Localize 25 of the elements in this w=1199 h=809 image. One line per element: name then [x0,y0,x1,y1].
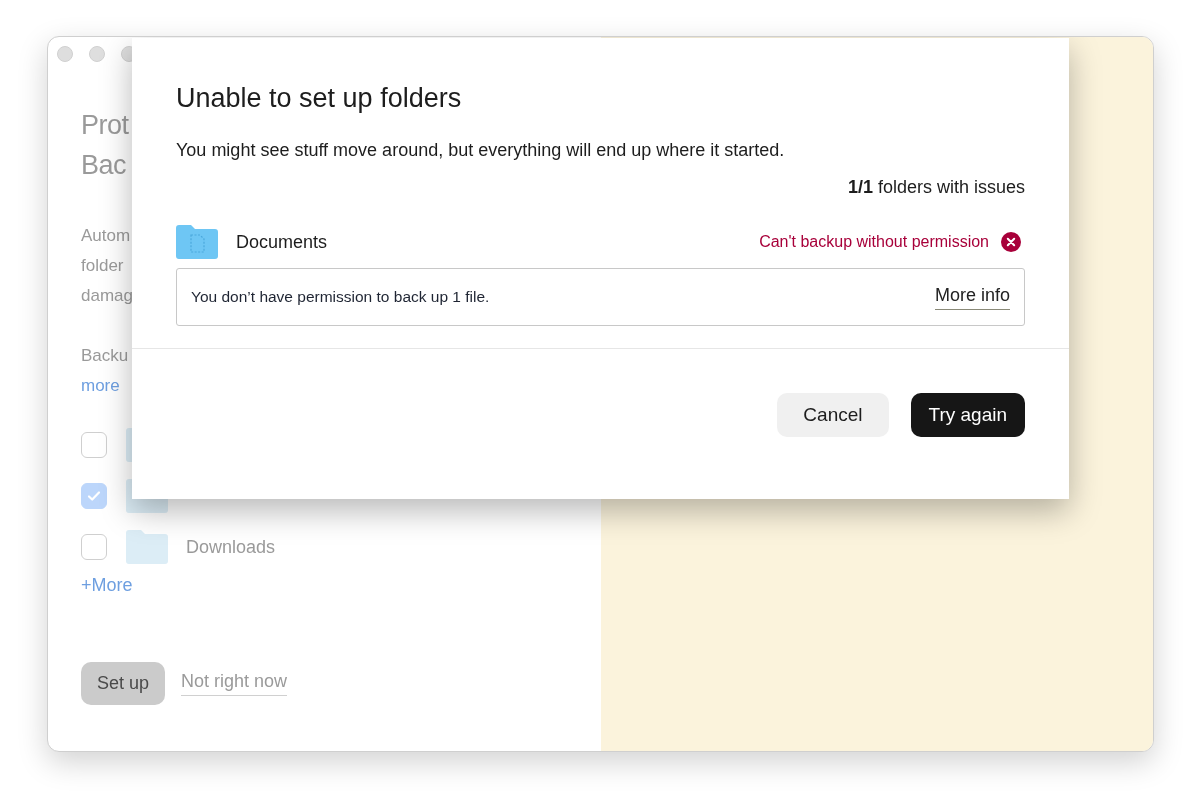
checkmark-icon [86,488,102,504]
minimize-window-icon[interactable] [89,46,105,62]
description-text: Autom [81,225,131,247]
folder-name: Documents [236,231,328,253]
description-text: damag [81,285,133,307]
cancel-button[interactable]: Cancel [777,393,889,437]
dialog-title: Unable to set up folders [176,83,463,114]
error-status: Can't backup without permission [759,233,989,251]
folder-checkbox[interactable] [81,483,107,509]
setup-title: Bac [81,149,127,182]
issue-text: You don’t have permission to back up 1 file. [191,288,490,306]
more-info-link[interactable]: More info [934,284,1010,310]
setup-title: Prot [81,109,129,142]
try-again-button[interactable]: Try again [910,393,1025,437]
note-text: Backu [81,345,129,367]
close-window-icon[interactable] [57,46,73,62]
issues-summary: 1/1 folders with issues [847,177,1025,198]
folder-checkbox[interactable] [81,534,107,560]
set-up-button[interactable]: Set up [81,662,166,705]
error-icon [1001,232,1021,252]
folder-checkbox[interactable] [81,432,107,458]
not-right-now-link[interactable]: Not right now [181,671,288,696]
dialog-message: You might see stuff move around, but everything will end up where it started. [176,140,786,161]
description-text: folder [81,255,124,277]
folder-label: Downloads [186,536,276,558]
